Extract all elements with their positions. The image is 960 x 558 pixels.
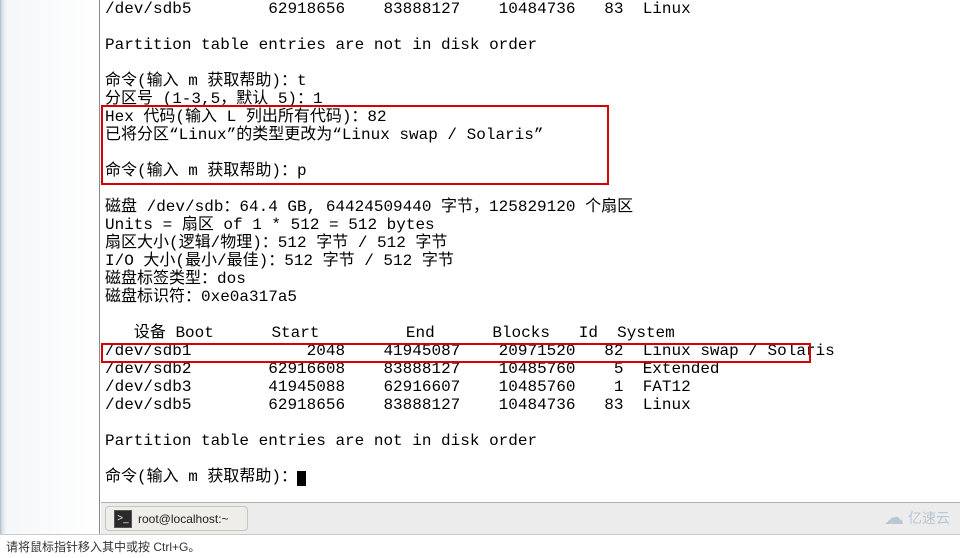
status-bar: 请将鼠标指针移入其中或按 Ctrl+G。	[0, 534, 960, 558]
terminal-output[interactable]: /dev/sdb5 62918656 83888127 10484736 83 …	[101, 0, 960, 502]
cloud-icon: ☁	[884, 505, 904, 530]
watermark-text: 亿速云	[908, 508, 950, 528]
vm-side-panel	[0, 0, 100, 534]
taskbar-item-terminal[interactable]: >_ root@localhost:~	[105, 506, 248, 531]
watermark: ☁ 亿速云	[884, 505, 950, 530]
status-hint: 请将鼠标指针移入其中或按 Ctrl+G。	[6, 538, 200, 555]
terminal-cursor	[297, 471, 306, 486]
taskbar-item-label: root@localhost:~	[138, 512, 229, 526]
terminal-text: /dev/sdb5 62918656 83888127 10484736 83 …	[105, 0, 956, 486]
terminal-icon: >_	[114, 510, 132, 528]
taskbar: >_ root@localhost:~	[101, 502, 960, 534]
